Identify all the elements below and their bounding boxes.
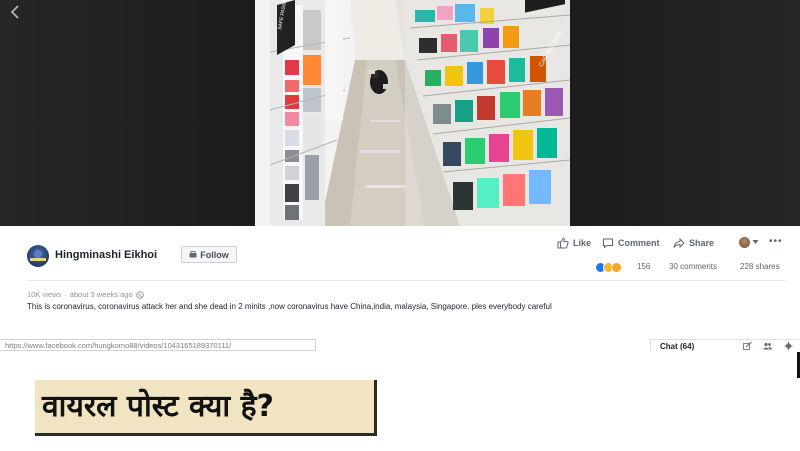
reaction-icons[interactable] (595, 262, 622, 273)
caret-down-icon[interactable] (752, 239, 759, 245)
wow-reaction-icon (611, 262, 622, 273)
comment-label: Comment (618, 238, 660, 248)
headline-banner: वायरल पोस्ट क्या है? (35, 380, 377, 436)
follow-icon (189, 251, 197, 258)
meta-separator: · (64, 290, 67, 299)
screenshot-canvas: SAFE PASSAGE CAR HOLDER Hingminashi Eikh… (0, 0, 800, 451)
comments-count[interactable]: 30 comments (669, 262, 717, 271)
share-label: Share (689, 238, 715, 248)
follow-label: Follow (200, 249, 229, 260)
reaction-count[interactable]: 156 (637, 262, 650, 271)
chat-bar[interactable]: Chat (64) (650, 339, 800, 352)
compose-icon[interactable] (743, 342, 752, 350)
facebook-post-panel: Hingminashi Eikhoi Follow Like Comment S… (0, 226, 800, 352)
shares-count[interactable]: 228 shares (740, 262, 780, 271)
globe-icon (135, 290, 144, 299)
headline-text: वायरल पोस्ट क्या है? (42, 388, 274, 424)
video-frame-store-cctv: SAFE PASSAGE CAR HOLDER (255, 0, 570, 226)
viewer-avatar[interactable] (739, 237, 750, 248)
follow-button[interactable]: Follow (181, 246, 237, 263)
store-aisle-scene: SAFE PASSAGE CAR HOLDER (255, 0, 570, 226)
contacts-icon[interactable] (763, 342, 772, 350)
share-arrow-icon (673, 237, 685, 249)
views-count: 10K views (27, 290, 62, 299)
post-meta: 10K views · about 3 weeks ago (27, 290, 144, 299)
comment-button[interactable]: Comment (602, 236, 660, 250)
share-button[interactable]: Share (673, 236, 714, 250)
post-caption: This is coronavirus, coronavirus attack … (27, 302, 552, 311)
like-button[interactable]: Like (557, 236, 591, 250)
chat-label[interactable]: Chat (64) (660, 342, 694, 351)
page-name-link[interactable]: Hingminashi Eikhoi (55, 249, 157, 261)
right-shelving (405, 0, 570, 226)
like-label: Like (573, 238, 592, 248)
more-options-icon[interactable]: ••• (769, 236, 783, 247)
chevron-left-icon[interactable] (8, 4, 22, 20)
comment-bubble-icon (603, 238, 613, 249)
video-player[interactable]: SAFE PASSAGE CAR HOLDER (0, 0, 800, 226)
status-url-bar: https://www.facebook.com/hungkomo88/vide… (0, 339, 316, 351)
page-avatar[interactable] (27, 245, 49, 267)
divider (27, 280, 785, 281)
post-time[interactable]: about 3 weeks ago (70, 290, 133, 299)
gear-icon[interactable] (784, 342, 793, 350)
thumbs-up-icon (557, 237, 569, 249)
